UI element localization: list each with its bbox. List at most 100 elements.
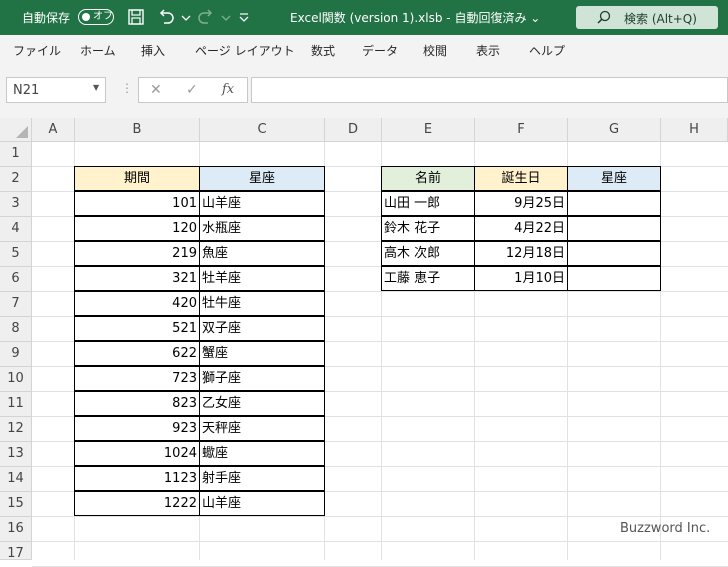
table1-period-cell[interactable]: 321 bbox=[74, 266, 200, 291]
tab-view[interactable]: 表示 bbox=[476, 42, 500, 59]
row-header-8[interactable]: 8 bbox=[0, 317, 32, 342]
formula-input[interactable] bbox=[251, 77, 728, 103]
undo-icon[interactable] bbox=[156, 7, 176, 27]
table1-period-cell[interactable]: 1024 bbox=[74, 441, 200, 466]
table1-sign-cell[interactable]: 乙女座 bbox=[199, 391, 325, 416]
cancel-icon[interactable]: ✕ bbox=[150, 82, 162, 98]
row-header-1[interactable]: 1 bbox=[0, 142, 32, 167]
table1-sign-cell[interactable]: 水瓶座 bbox=[199, 216, 325, 241]
table1-period-cell[interactable]: 723 bbox=[74, 366, 200, 391]
table1-sign-cell[interactable]: 蠍座 bbox=[199, 441, 325, 466]
table2-header-sign[interactable]: 星座 bbox=[567, 166, 661, 191]
table1-sign-cell[interactable]: 双子座 bbox=[199, 316, 325, 341]
autosave-toggle[interactable]: オフ bbox=[78, 9, 114, 25]
name-box[interactable]: N21 ▼ bbox=[6, 77, 106, 103]
name-box-value: N21 bbox=[13, 83, 40, 98]
table2-sign-cell[interactable] bbox=[567, 191, 661, 216]
table1-sign-cell[interactable]: 牡羊座 bbox=[199, 266, 325, 291]
table1-period-cell[interactable]: 120 bbox=[74, 216, 200, 241]
more-options-icon[interactable]: ⋮ bbox=[121, 81, 133, 95]
table1-period-cell[interactable]: 622 bbox=[74, 341, 200, 366]
table1-sign-cell[interactable]: 天秤座 bbox=[199, 416, 325, 441]
select-all-button[interactable] bbox=[0, 118, 32, 142]
tab-formulas[interactable]: 数式 bbox=[311, 42, 335, 59]
row-header-11[interactable]: 11 bbox=[0, 392, 32, 417]
insert-function-icon[interactable]: fx bbox=[222, 82, 234, 97]
tab-data[interactable]: データ bbox=[362, 42, 398, 59]
ribbon-tabs: ファイル ホーム 挿入 ページ レイアウト 数式 データ 校閲 表示 ヘルプ bbox=[0, 35, 728, 66]
table2-birthday-cell[interactable]: 1月10日 bbox=[474, 266, 568, 291]
table2-birthday-cell[interactable]: 4月22日 bbox=[474, 216, 568, 241]
table2-header-name[interactable]: 名前 bbox=[381, 166, 475, 191]
row-header-12[interactable]: 12 bbox=[0, 417, 32, 442]
row-header-6[interactable]: 6 bbox=[0, 267, 32, 292]
undo-dropdown-icon[interactable] bbox=[176, 7, 196, 27]
column-header-d[interactable]: D bbox=[325, 118, 382, 142]
save-icon[interactable] bbox=[126, 7, 146, 27]
tab-file[interactable]: ファイル bbox=[13, 42, 61, 59]
table1-period-cell[interactable]: 420 bbox=[74, 291, 200, 316]
column-header-a[interactable]: A bbox=[32, 118, 75, 142]
table1-sign-cell[interactable]: 山羊座 bbox=[199, 191, 325, 216]
row-header-5[interactable]: 5 bbox=[0, 242, 32, 267]
table1-period-cell[interactable]: 101 bbox=[74, 191, 200, 216]
table1-period-cell[interactable]: 1222 bbox=[74, 491, 200, 516]
search-icon bbox=[597, 10, 611, 24]
row-header-4[interactable]: 4 bbox=[0, 217, 32, 242]
table2-name-cell[interactable]: 鈴木 花子 bbox=[381, 216, 475, 241]
row-header-14[interactable]: 14 bbox=[0, 467, 32, 492]
table1-header-period[interactable]: 期間 bbox=[74, 166, 200, 191]
row-header-10[interactable]: 10 bbox=[0, 367, 32, 392]
table1-period-cell[interactable]: 521 bbox=[74, 316, 200, 341]
document-title[interactable]: Excel関数 (version 1).xlsb - 自動回復済み ⌄ bbox=[290, 9, 540, 26]
formula-buttons: ✕ ✓ fx bbox=[138, 77, 248, 103]
column-header-g[interactable]: G bbox=[568, 118, 661, 142]
table1-sign-cell[interactable]: 山羊座 bbox=[199, 491, 325, 516]
watermark: Buzzword Inc. bbox=[620, 521, 711, 536]
row-header-7[interactable]: 7 bbox=[0, 292, 32, 317]
column-header-b[interactable]: B bbox=[75, 118, 200, 142]
table2-name-cell[interactable]: 高木 次郎 bbox=[381, 241, 475, 266]
table2-sign-cell[interactable] bbox=[567, 266, 661, 291]
redo-icon[interactable] bbox=[196, 7, 216, 27]
column-header-e[interactable]: E bbox=[382, 118, 475, 142]
row-header-2[interactable]: 2 bbox=[0, 167, 32, 192]
table1-sign-cell[interactable]: 牡牛座 bbox=[199, 291, 325, 316]
table2-sign-cell[interactable] bbox=[567, 216, 661, 241]
table1-period-cell[interactable]: 219 bbox=[74, 241, 200, 266]
tab-insert[interactable]: 挿入 bbox=[141, 42, 165, 59]
table2-birthday-cell[interactable]: 9月25日 bbox=[474, 191, 568, 216]
chevron-down-icon[interactable]: ▼ bbox=[93, 83, 99, 92]
table2-header-birthday[interactable]: 誕生日 bbox=[474, 166, 568, 191]
column-header-f[interactable]: F bbox=[475, 118, 568, 142]
column-header-c[interactable]: C bbox=[200, 118, 325, 142]
table1-header-sign[interactable]: 星座 bbox=[199, 166, 325, 191]
table2-name-cell[interactable]: 山田 一郎 bbox=[381, 191, 475, 216]
customize-toolbar-icon[interactable] bbox=[234, 7, 254, 27]
redo-dropdown-icon[interactable] bbox=[216, 7, 236, 27]
table2-name-cell[interactable]: 工藤 恵子 bbox=[381, 266, 475, 291]
row-header-13[interactable]: 13 bbox=[0, 442, 32, 467]
table1-sign-cell[interactable]: 魚座 bbox=[199, 241, 325, 266]
row-header-16[interactable]: 16 bbox=[0, 517, 32, 542]
title-bar: 自動保存 オフ Excel関数 (version 1).xlsb - 自動回復済… bbox=[0, 0, 728, 35]
table2-birthday-cell[interactable]: 12月18日 bbox=[474, 241, 568, 266]
table1-period-cell[interactable]: 823 bbox=[74, 391, 200, 416]
table2-sign-cell[interactable] bbox=[567, 241, 661, 266]
row-header-3[interactable]: 3 bbox=[0, 192, 32, 217]
tab-home[interactable]: ホーム bbox=[80, 42, 116, 59]
enter-check-icon[interactable]: ✓ bbox=[186, 82, 198, 98]
row-header-15[interactable]: 15 bbox=[0, 492, 32, 517]
tab-page-layout[interactable]: ページ レイアウト bbox=[195, 42, 295, 59]
column-header-h[interactable]: H bbox=[661, 118, 728, 142]
tab-review[interactable]: 校閲 bbox=[423, 42, 447, 59]
table1-period-cell[interactable]: 923 bbox=[74, 416, 200, 441]
row-header-17[interactable]: 17 bbox=[0, 542, 32, 561]
table1-sign-cell[interactable]: 射手座 bbox=[199, 466, 325, 491]
search-box[interactable]: 検索 (Alt+Q) bbox=[576, 6, 718, 29]
table1-sign-cell[interactable]: 獅子座 bbox=[199, 366, 325, 391]
table1-sign-cell[interactable]: 蟹座 bbox=[199, 341, 325, 366]
table1-period-cell[interactable]: 1123 bbox=[74, 466, 200, 491]
tab-help[interactable]: ヘルプ bbox=[529, 42, 565, 59]
row-header-9[interactable]: 9 bbox=[0, 342, 32, 367]
